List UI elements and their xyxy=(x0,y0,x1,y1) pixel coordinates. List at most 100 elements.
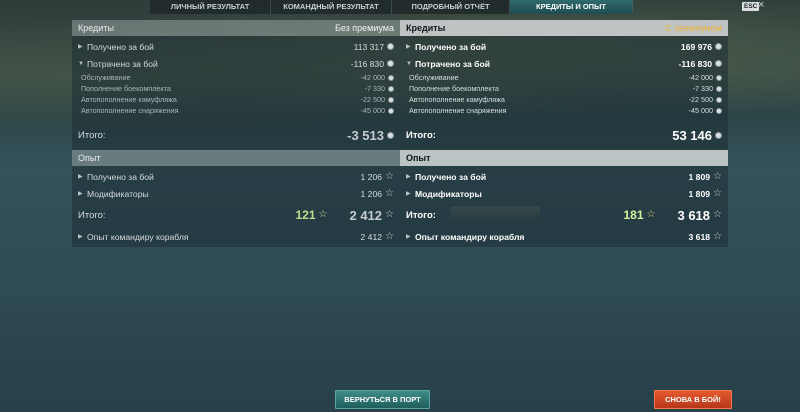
xp-title: Опыт xyxy=(406,153,431,163)
expense-row: Автопополнение камуфляжа -22 500 xyxy=(78,94,394,105)
expense-label: Автопополнение камуфляжа xyxy=(409,95,505,104)
tab-bar: ЛИЧНЫЙ РЕЗУЛЬТАТ КОМАНДНЫЙ РЕЗУЛЬТАТ ПОД… xyxy=(150,0,633,14)
star-icon: ☆ xyxy=(713,170,722,182)
expand-right-icon: ▶ xyxy=(406,234,411,240)
xp-earned-value: 1 809 xyxy=(688,171,711,182)
expand-right-icon: ▶ xyxy=(78,174,83,180)
expense-row: Пополнение боекомплекта -7 330 xyxy=(406,83,722,94)
earned-row[interactable]: ▶ Получено за бой 113 317 xyxy=(78,38,394,55)
credits-total-value: 53 146 xyxy=(672,127,712,143)
panel-without-premium: Кредиты Без премиума ▶ Получено за бой 11… xyxy=(72,20,400,247)
credits-total-row: Итого: -3 513 xyxy=(78,122,394,148)
tab-team-result[interactable]: КОМАНДНЫЙ РЕЗУЛЬТАТ xyxy=(271,0,392,14)
spent-row[interactable]: ▼ Потрачено за бой -116 830 xyxy=(406,55,722,72)
expense-value: -42 000 xyxy=(688,73,713,82)
xp-earned-label: Получено за бой xyxy=(415,171,487,182)
tab-credits-and-xp[interactable]: КРЕДИТЫ И ОПЫТ xyxy=(510,0,633,14)
star-icon: ☆ xyxy=(385,170,394,182)
star-icon: ☆ xyxy=(713,187,722,199)
coin-icon xyxy=(715,43,722,50)
star-icon: ☆ xyxy=(385,209,394,220)
close-icon[interactable]: × xyxy=(758,0,764,11)
expense-value: -7 330 xyxy=(692,84,713,93)
free-xp-value: 121 xyxy=(295,208,316,222)
xp-body: ▶ Получено за бой 1 206 ☆ ▶ Модификаторы 1 … xyxy=(72,166,400,247)
panel-with-premium: Кредиты С премиумом ▶ Получено за бой 169… xyxy=(400,20,728,247)
expense-label: Обслуживание xyxy=(409,73,459,82)
expense-value: -22 500 xyxy=(360,95,385,104)
xp-earned-value: 1 206 xyxy=(360,171,383,182)
xp-header: Опыт xyxy=(400,150,728,166)
coin-icon xyxy=(387,60,394,67)
expand-right-icon: ▶ xyxy=(406,191,411,197)
earned-label: Получено за бой xyxy=(87,41,154,52)
expense-row: Пополнение боекомплекта -7 330 xyxy=(78,83,394,94)
tab-personal-result[interactable]: ЛИЧНЫЙ РЕЗУЛЬТАТ xyxy=(150,0,271,14)
battle-again-button[interactable]: СНОВА В БОЙ! xyxy=(654,390,732,409)
total-label: Итого: xyxy=(406,129,436,141)
credits-title: Кредиты xyxy=(406,23,446,33)
xp-total-label: Итого: xyxy=(78,209,106,221)
coin-icon xyxy=(716,107,722,114)
coin-icon xyxy=(387,43,394,50)
coin-icon xyxy=(716,85,722,92)
expense-value: -45 000 xyxy=(688,106,713,115)
credits-header: Кредиты С премиумом xyxy=(400,20,728,36)
coin-icon xyxy=(388,107,394,114)
commander-value: 3 618 xyxy=(688,231,711,242)
star-icon: ☆ xyxy=(713,230,722,242)
expense-label: Автопополнение снаряжения xyxy=(409,106,507,115)
xp-header: Опыт xyxy=(72,150,400,166)
expense-row: Обслуживание -42 000 xyxy=(78,72,394,83)
expense-row: Автопополнение снаряжения -45 000 xyxy=(406,105,722,116)
spent-value: -116 830 xyxy=(678,58,712,69)
expand-right-icon: ▶ xyxy=(78,44,83,50)
tab-detailed-report[interactable]: ПОДРОБНЫЙ ОТЧЁТ xyxy=(392,0,510,14)
coin-icon xyxy=(715,60,722,67)
expand-down-icon: ▼ xyxy=(78,60,84,67)
star-icon: ☆ xyxy=(713,209,722,220)
xp-total-row: Итого: 121 ☆ 2 412 ☆ xyxy=(78,202,394,228)
expense-row: Автопополнение снаряжения -45 000 xyxy=(78,105,394,116)
expand-right-icon: ▶ xyxy=(78,191,83,197)
expense-value: -45 000 xyxy=(360,106,385,115)
return-to-port-button[interactable]: ВЕРНУТЬСЯ В ПОРТ xyxy=(335,390,430,409)
modifiers-row[interactable]: ▶ Модификаторы 1 809 ☆ xyxy=(406,185,722,202)
spent-label: Потрачено за бой xyxy=(415,58,490,69)
star-icon: ☆ xyxy=(385,187,394,199)
credits-body: ▶ Получено за бой 113 317 ▼ Потрачено за б… xyxy=(72,36,400,150)
commander-value: 2 412 xyxy=(360,231,383,242)
expense-label: Автопополнение снаряжения xyxy=(81,106,179,115)
free-xp-value: 181 xyxy=(623,208,644,222)
spent-label: Потрачено за бой xyxy=(87,58,158,69)
commander-xp-row[interactable]: ▶ Опыт командиру корабля 2 412 ☆ xyxy=(78,228,394,245)
earned-value: 169 976 xyxy=(680,41,712,52)
modifiers-value: 1 809 xyxy=(688,188,711,199)
expense-value: -7 330 xyxy=(364,84,385,93)
expand-down-icon: ▼ xyxy=(406,60,412,67)
coin-icon xyxy=(388,85,394,92)
coin-icon xyxy=(387,131,394,139)
xp-total-value: 3 618 xyxy=(677,207,711,223)
coin-icon xyxy=(388,96,394,103)
commander-xp-row[interactable]: ▶ Опыт командиру корабля 3 618 ☆ xyxy=(406,228,722,245)
esc-key-hint: ESC xyxy=(742,2,760,11)
expense-value: -22 500 xyxy=(688,95,713,104)
modifiers-row[interactable]: ▶ Модификаторы 1 206 ☆ xyxy=(78,185,394,202)
credits-title: Кредиты xyxy=(78,23,114,33)
coin-icon xyxy=(716,74,722,81)
xp-earned-row[interactable]: ▶ Получено за бой 1 809 ☆ xyxy=(406,168,722,185)
xp-earned-row[interactable]: ▶ Получено за бой 1 206 ☆ xyxy=(78,168,394,185)
spent-row[interactable]: ▼ Потрачено за бой -116 830 xyxy=(78,55,394,72)
expand-right-icon: ▶ xyxy=(406,44,411,50)
star-icon: ☆ xyxy=(318,209,328,220)
expense-label: Обслуживание xyxy=(81,73,131,82)
expense-row: Обслуживание -42 000 xyxy=(406,72,722,83)
no-premium-tag: Без премиума xyxy=(334,23,394,33)
star-icon: ☆ xyxy=(646,209,656,220)
earned-row[interactable]: ▶ Получено за бой 169 976 xyxy=(406,38,722,55)
expand-right-icon: ▶ xyxy=(406,174,411,180)
earned-value: 113 317 xyxy=(353,41,384,52)
xp-body: ▶ Получено за бой 1 809 ☆ ▶ Модификаторы 1 … xyxy=(400,166,728,247)
credits-total-value: -3 513 xyxy=(347,127,384,143)
